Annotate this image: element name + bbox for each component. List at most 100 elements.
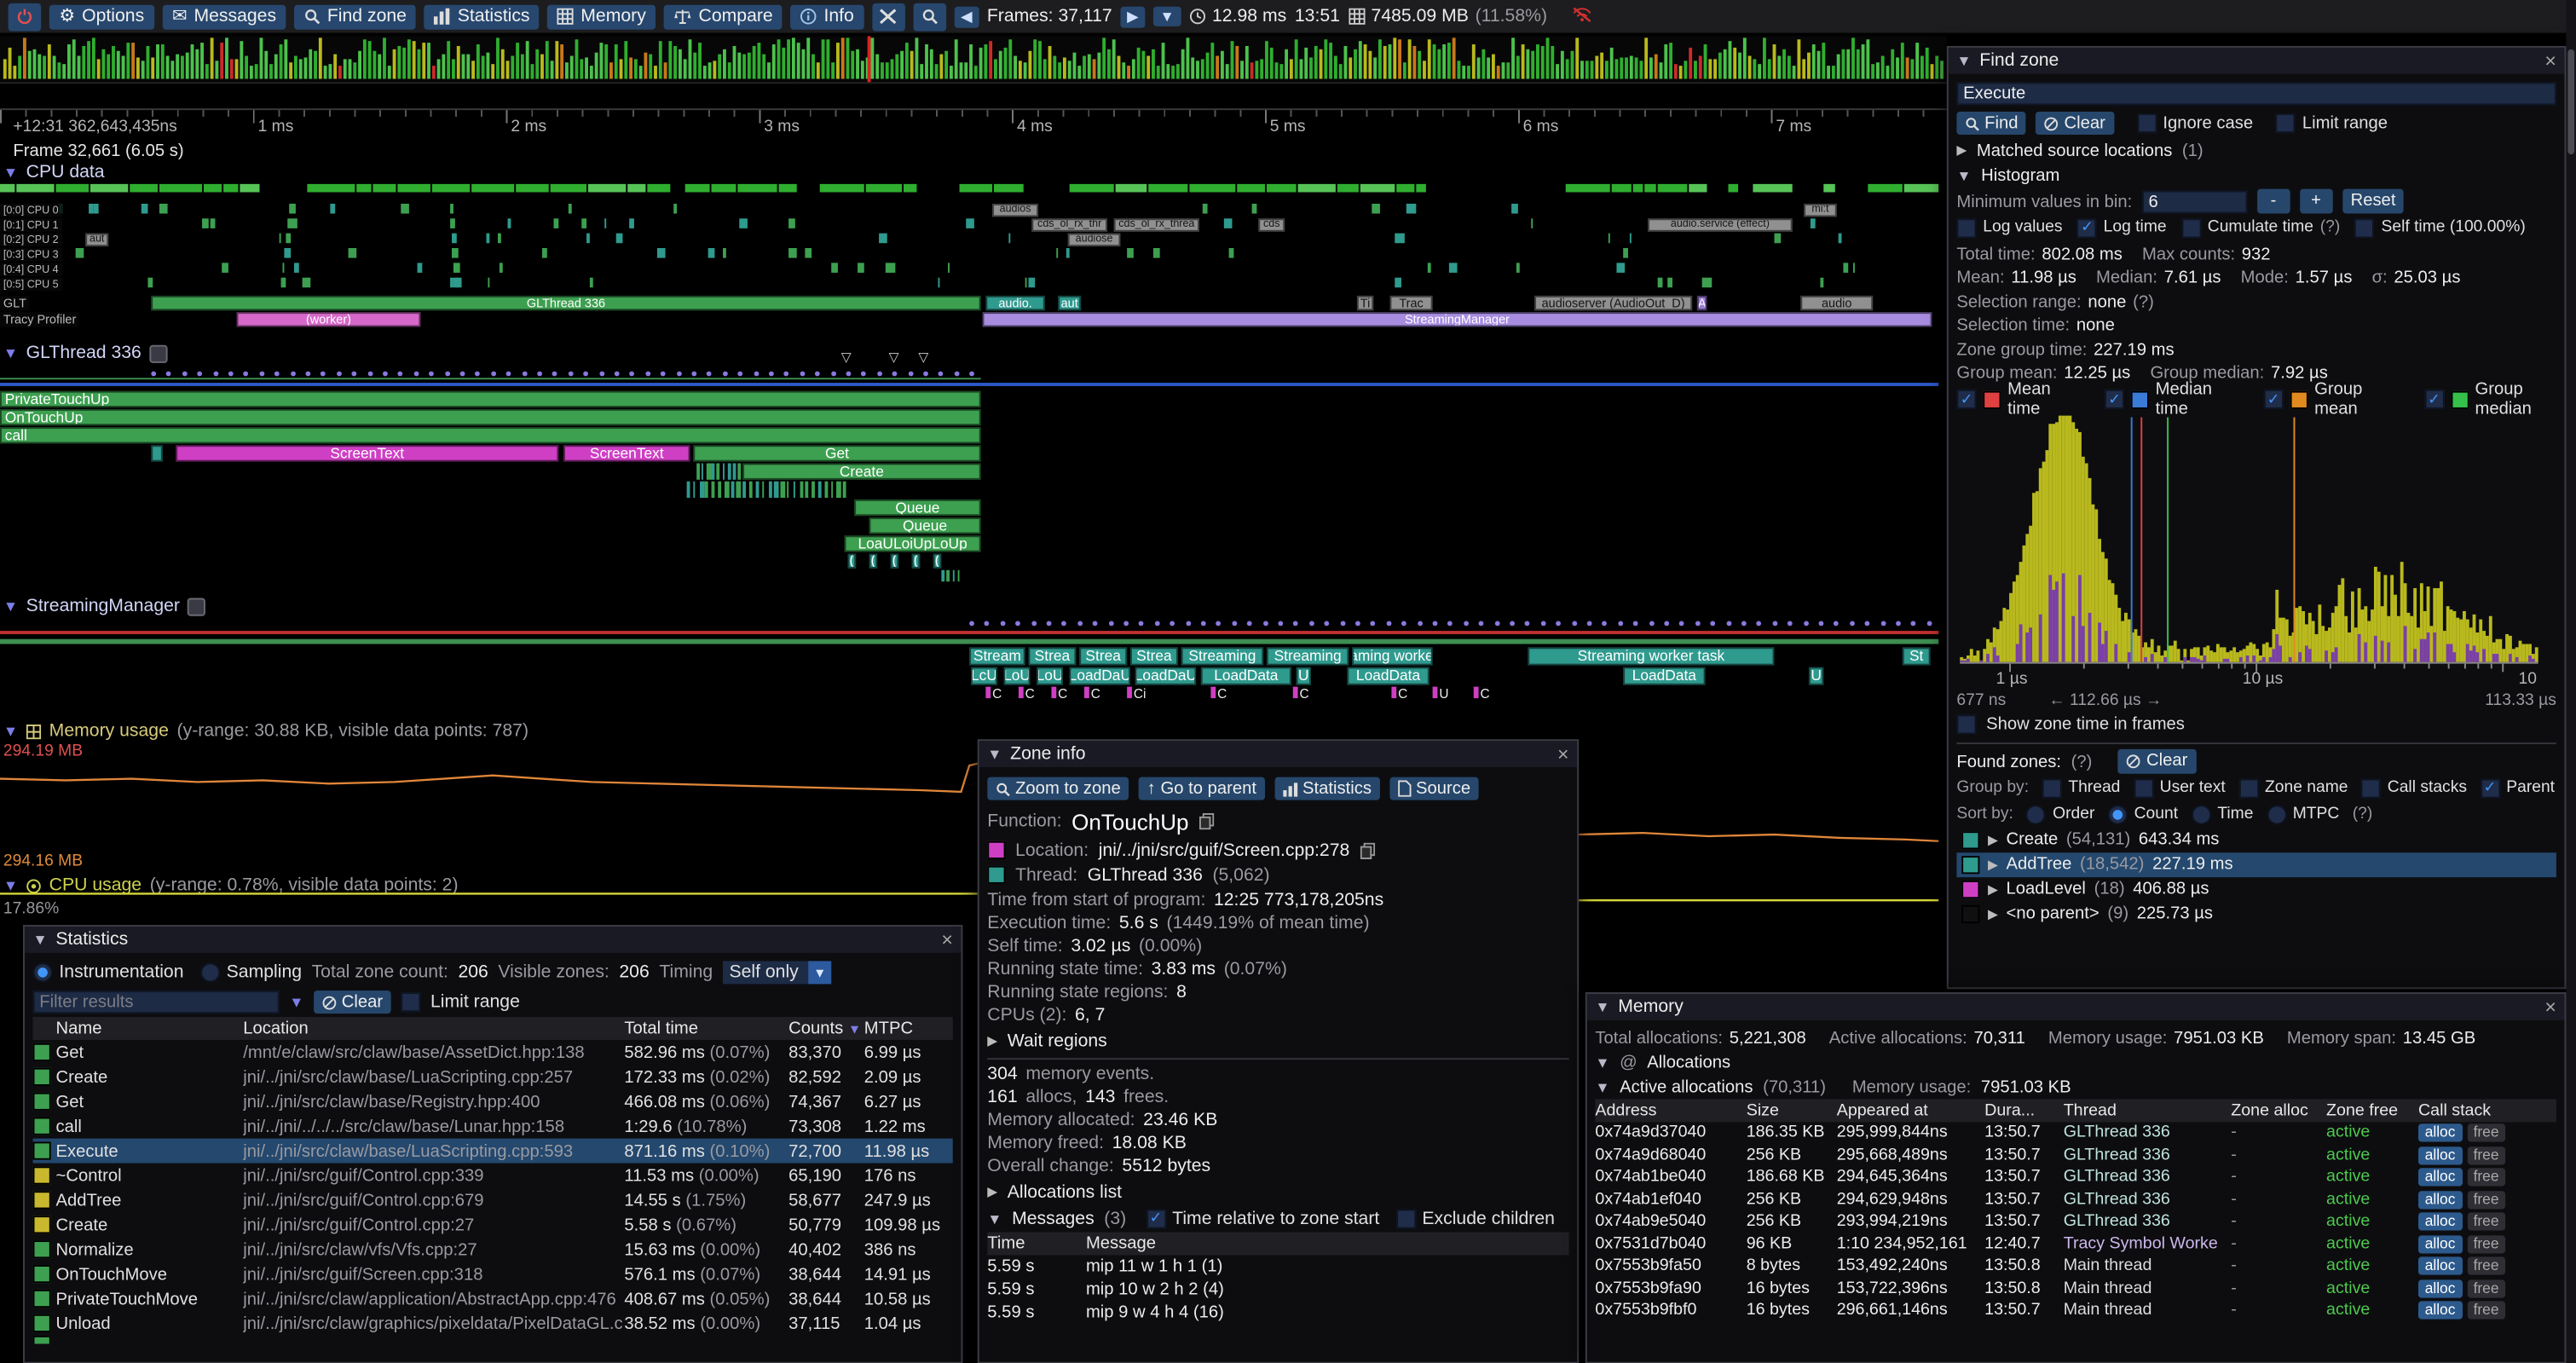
frame-bar[interactable] [1639, 61, 1643, 78]
zone-tick[interactable] [1395, 234, 1404, 244]
free-button[interactable]: free [2467, 1191, 2505, 1209]
frame-bar[interactable] [1526, 49, 1529, 79]
zone[interactable] [738, 184, 777, 193]
sample-dot[interactable] [1015, 621, 1020, 627]
frame-dropdown-button[interactable]: ▼ [1153, 7, 1181, 26]
sample-dot[interactable] [846, 372, 852, 377]
frame-bar[interactable] [1166, 64, 1170, 78]
zone[interactable] [1612, 184, 1631, 193]
sample-dot[interactable] [615, 372, 620, 377]
zone-tick[interactable] [673, 204, 677, 214]
frame-bar[interactable] [1295, 39, 1298, 78]
frame-bar[interactable] [43, 56, 46, 79]
frame-bar[interactable] [1137, 48, 1141, 79]
frame-bar[interactable] [1906, 57, 1909, 78]
collapse-icon[interactable]: ▼ [1956, 167, 1971, 183]
help-icon[interactable]: (?) [2320, 218, 2341, 236]
frame-bar[interactable] [442, 55, 445, 79]
sample-dot[interactable] [1325, 621, 1330, 627]
frame-bar[interactable] [87, 41, 90, 78]
clear-groups-button[interactable]: Clear [2118, 749, 2196, 773]
wait-regions-label[interactable]: Wait regions [1008, 1031, 1107, 1050]
frame-bar[interactable] [915, 38, 919, 78]
zone[interactable]: LoadData [1201, 667, 1291, 684]
frame-bar[interactable] [531, 64, 534, 78]
sample-dot[interactable] [522, 372, 527, 377]
message-mark[interactable] [1051, 687, 1056, 698]
frame-bar[interactable] [1428, 39, 1431, 78]
expand-arrow-icon[interactable]: ▶ [987, 1185, 997, 1199]
zone[interactable] [1868, 184, 1903, 193]
frame-bar[interactable] [170, 61, 174, 78]
frame-bar[interactable] [1423, 61, 1426, 78]
frame-bar[interactable] [1299, 59, 1302, 78]
frame-bar[interactable] [482, 56, 485, 79]
frame-bar[interactable] [1206, 53, 1210, 79]
source-button[interactable]: Source [1389, 777, 1479, 800]
frame-bar[interactable] [250, 66, 253, 78]
frame-bar[interactable] [526, 41, 529, 78]
frame-bar[interactable] [1630, 56, 1633, 79]
checkbox[interactable] [2105, 390, 2124, 409]
table-row[interactable]: Getjni/../jni/src/claw/base/Registry.hpp… [33, 1089, 953, 1114]
zone[interactable]: (worker) [237, 312, 421, 326]
sample-dot[interactable] [1294, 621, 1299, 627]
message-row[interactable]: 5.59 smip 9 w 4 h 4 (16) [987, 1301, 1568, 1324]
zone-tick[interactable] [605, 218, 607, 228]
zone-tick[interactable] [202, 218, 208, 228]
sample-dot[interactable] [1896, 621, 1901, 627]
frame-bar[interactable] [521, 55, 524, 79]
frame-bar[interactable] [1718, 53, 1722, 79]
frame-bar[interactable] [235, 59, 239, 78]
zone-tick[interactable] [800, 482, 803, 498]
frame-bar[interactable] [1467, 66, 1470, 78]
frame-bar[interactable] [1093, 59, 1096, 78]
zone-tick[interactable] [1622, 248, 1628, 258]
frame-bar[interactable] [1832, 66, 1835, 78]
frame-bar[interactable] [989, 41, 992, 78]
frame-bar[interactable] [1733, 48, 1736, 79]
frame-bar[interactable] [477, 44, 480, 78]
zone-tick[interactable] [1668, 278, 1672, 288]
sample-dot[interactable] [1093, 621, 1098, 627]
frame-bar[interactable] [1004, 48, 1008, 79]
message-mark[interactable] [1019, 687, 1024, 698]
statistics-table-header[interactable]: Name Location Total time Counts ▼ MTPC [33, 1017, 953, 1040]
zone-tick[interactable] [288, 218, 297, 228]
frame-bar[interactable] [466, 55, 470, 79]
frame-bar[interactable] [1107, 49, 1111, 79]
sample-dot[interactable] [1819, 621, 1824, 627]
frame-bar[interactable] [437, 59, 441, 78]
frame-bar[interactable] [78, 56, 81, 79]
frame-bar[interactable] [939, 55, 943, 79]
checkbox[interactable] [2276, 113, 2296, 133]
frame-bar[interactable] [944, 51, 948, 79]
frame-bar[interactable] [910, 51, 914, 79]
zone[interactable]: LoU [1004, 667, 1031, 684]
zone-tick[interactable] [453, 263, 459, 273]
frame-bar[interactable] [1053, 56, 1056, 79]
frame-bar[interactable] [1309, 57, 1313, 78]
sample-dot[interactable] [1417, 621, 1422, 627]
option-ignore-case[interactable]: Ignore case [2137, 113, 2254, 133]
frame-bar[interactable] [452, 59, 455, 78]
sample-dot[interactable] [1880, 621, 1886, 627]
frame-bar[interactable] [328, 64, 332, 78]
frame-bar[interactable] [1724, 49, 1727, 79]
frame-bar[interactable] [1713, 59, 1717, 78]
sample-dot[interactable] [1309, 621, 1314, 627]
frame-bar[interactable] [1038, 41, 1042, 78]
frame-bar[interactable] [841, 38, 845, 78]
zone[interactable] [56, 184, 89, 193]
zone-tick[interactable] [658, 248, 667, 258]
frame-bar[interactable] [1817, 51, 1821, 79]
help-icon[interactable]: (?) [2133, 292, 2154, 311]
zoom-tool-button[interactable] [913, 3, 946, 31]
frame-bar[interactable] [1290, 59, 1293, 78]
zone-tick[interactable] [450, 204, 454, 214]
frame-bar[interactable] [1763, 38, 1766, 78]
frame-bar[interactable] [349, 59, 352, 78]
zone-tick[interactable] [1025, 278, 1027, 288]
frame-bar[interactable] [1028, 51, 1031, 79]
zone-tick[interactable] [793, 482, 794, 498]
